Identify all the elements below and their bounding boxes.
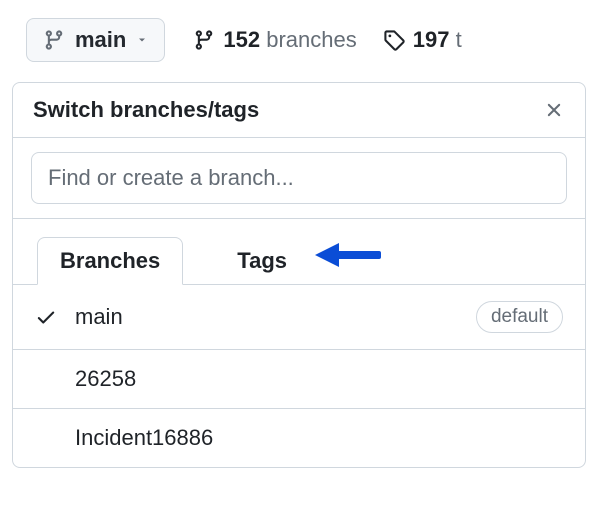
tags-count: 197 bbox=[413, 27, 450, 52]
repo-top-bar: main 152 branches 197 t bbox=[0, 0, 598, 82]
branch-name: 26258 bbox=[75, 366, 563, 392]
tabs: Branches Tags bbox=[13, 219, 585, 285]
tab-tags[interactable]: Tags bbox=[215, 238, 309, 284]
default-badge: default bbox=[476, 301, 563, 333]
branch-selector-button[interactable]: main bbox=[26, 18, 165, 62]
repo-meta: 152 branches 197 t bbox=[193, 27, 461, 53]
close-icon bbox=[543, 99, 565, 121]
check-icon bbox=[35, 306, 75, 328]
branch-search-input[interactable] bbox=[31, 152, 567, 204]
branches-link[interactable]: 152 branches bbox=[193, 27, 356, 53]
branch-list: main default 26258 Incident16886 bbox=[13, 285, 585, 467]
branch-row[interactable]: 26258 bbox=[13, 349, 585, 408]
tab-branches[interactable]: Branches bbox=[37, 237, 183, 285]
current-branch-name: main bbox=[75, 27, 126, 53]
branch-switcher-popover: Switch branches/tags Branches Tags main … bbox=[12, 82, 586, 468]
tags-link[interactable]: 197 t bbox=[383, 27, 462, 53]
branch-name: main bbox=[75, 304, 476, 330]
git-branch-icon bbox=[193, 29, 215, 51]
search-wrap bbox=[13, 138, 585, 219]
caret-down-icon bbox=[136, 34, 148, 46]
close-button[interactable] bbox=[543, 99, 565, 121]
tags-label: t bbox=[456, 27, 462, 52]
branch-row[interactable]: Incident16886 bbox=[13, 408, 585, 467]
tag-icon bbox=[383, 29, 405, 51]
branches-count: 152 bbox=[223, 27, 260, 52]
annotation-arrow-icon bbox=[315, 239, 383, 271]
branch-name: Incident16886 bbox=[75, 425, 563, 451]
branches-label: branches bbox=[266, 27, 357, 52]
git-branch-icon bbox=[43, 29, 65, 51]
popover-title: Switch branches/tags bbox=[33, 97, 259, 123]
popover-header: Switch branches/tags bbox=[13, 83, 585, 138]
branch-row[interactable]: main default bbox=[13, 285, 585, 349]
